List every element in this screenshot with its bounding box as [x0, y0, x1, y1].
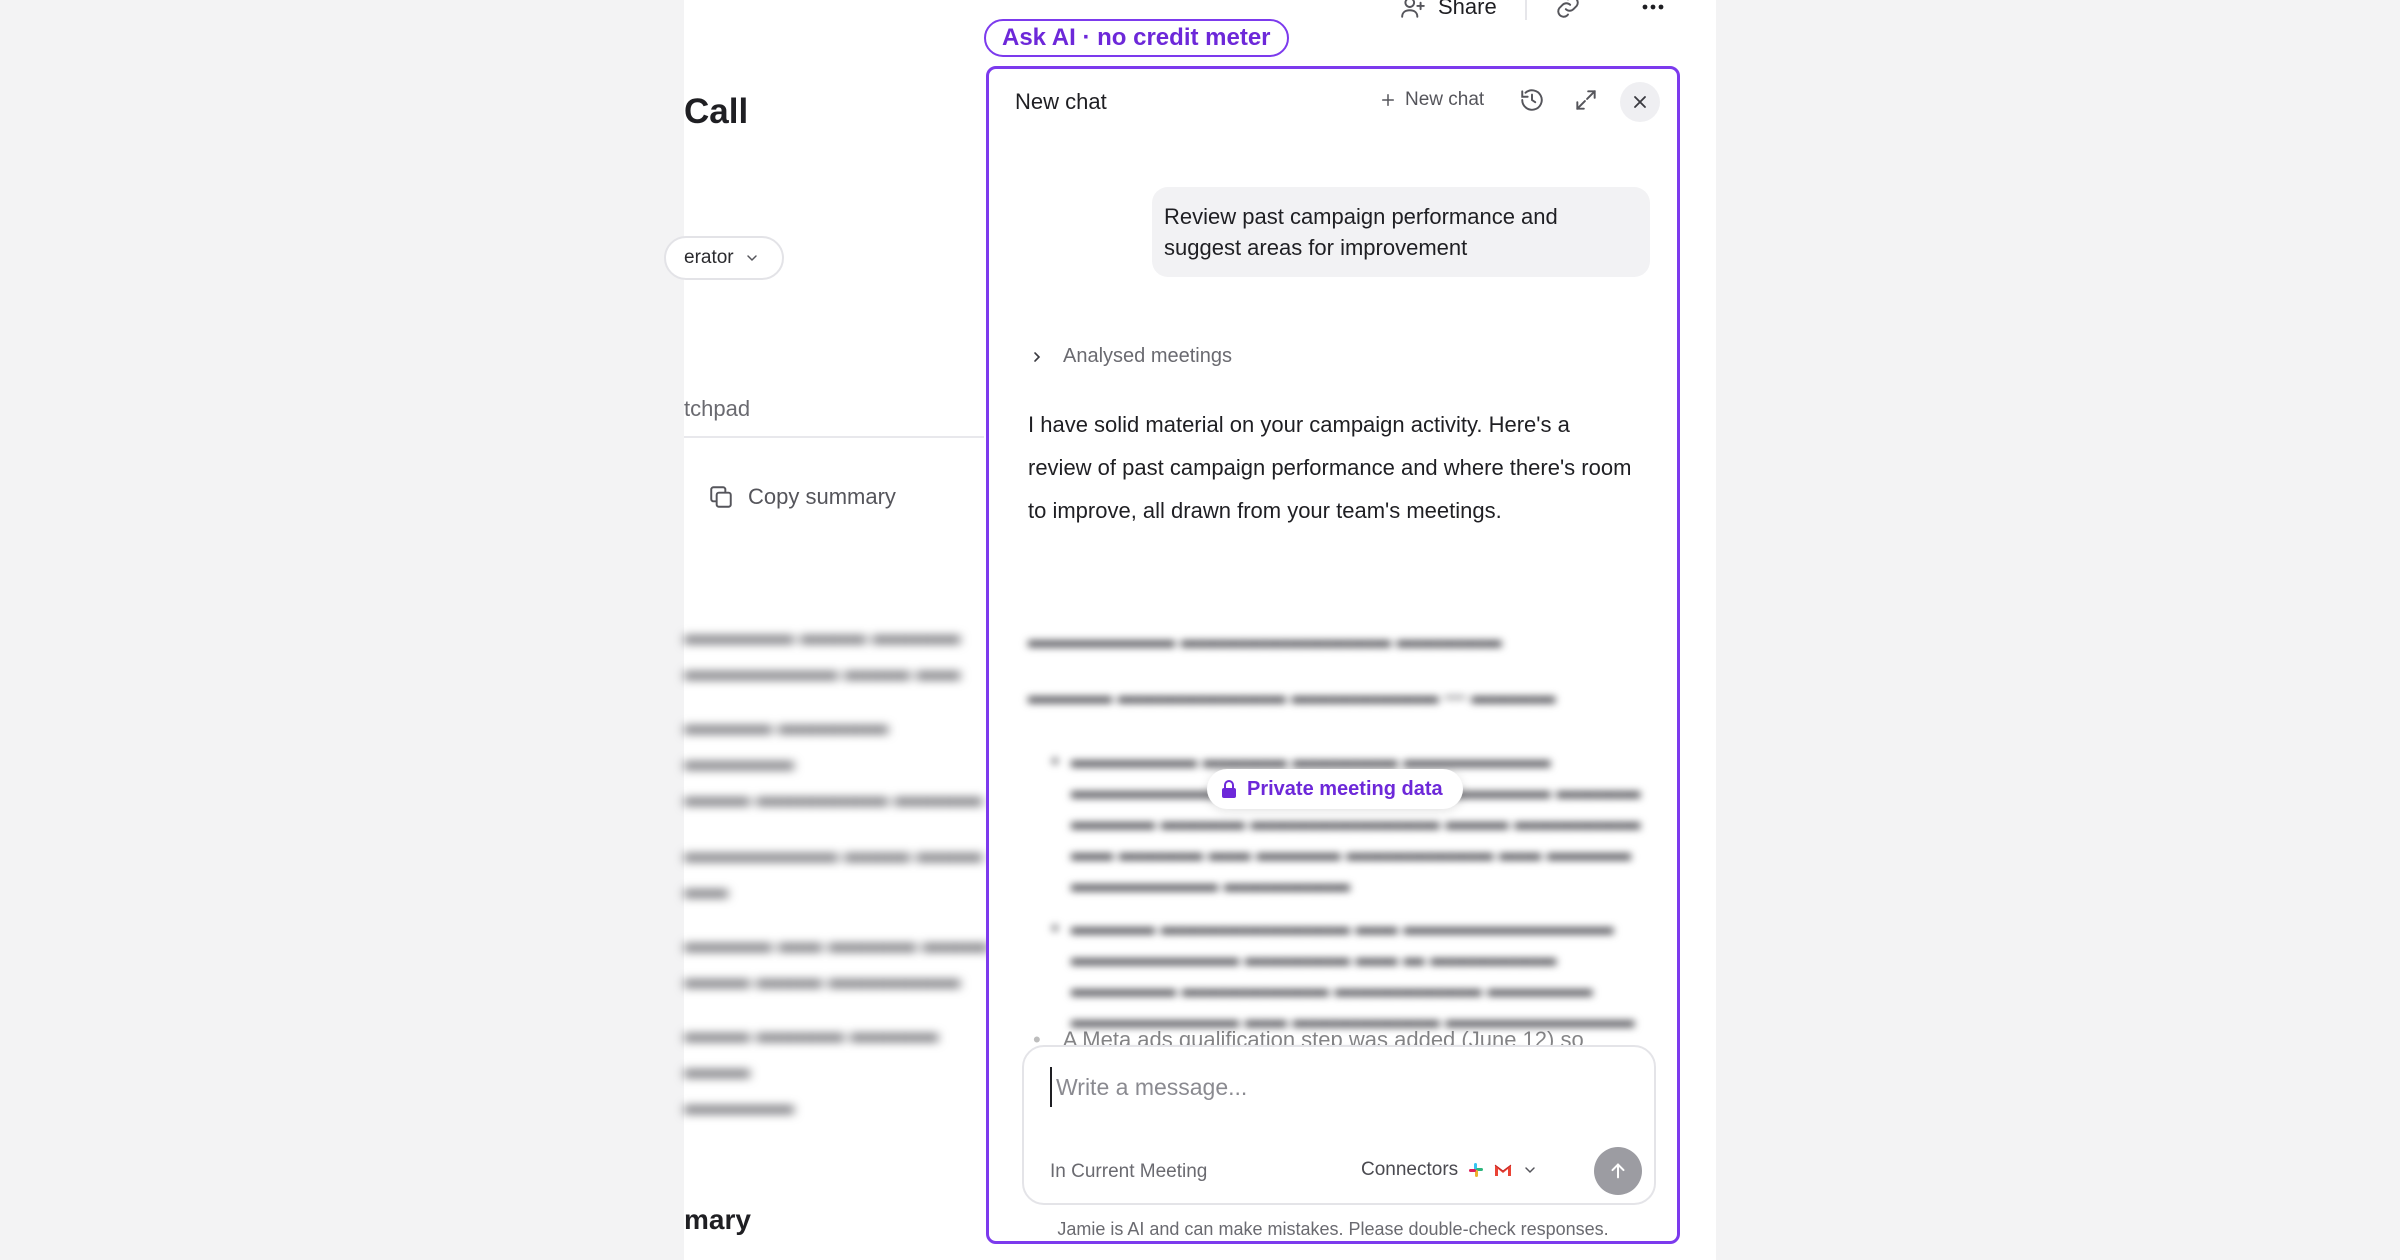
new-chat-label: New chat: [1405, 89, 1485, 110]
expand-icon: [1576, 90, 1596, 110]
history-button[interactable]: [1519, 87, 1545, 113]
user-plus-icon: [1401, 0, 1425, 18]
blurred-summary-text: ▬▬▬ ▬▬▬▬ ▬▬▬▬ ▬▬▬ ▬▬▬▬▬: [684, 1021, 939, 1118]
user-message: Review past campaign performance and sug…: [1152, 187, 1650, 277]
connectors-dropdown[interactable]: Connectors: [1361, 1159, 1538, 1181]
share-button[interactable]: Share: [1400, 0, 1497, 20]
chevron-down-icon: [1525, 1167, 1535, 1174]
ai-response: I have solid material on your campaign a…: [1028, 412, 1632, 523]
tab-divider: [684, 436, 984, 438]
panel-title: New chat: [1015, 89, 1107, 114]
template-dropdown[interactable]: erator: [664, 236, 784, 280]
summary-heading: mary: [684, 1204, 751, 1235]
scope-selector[interactable]: In Current Meeting: [1050, 1161, 1207, 1183]
analysed-meetings-toggle[interactable]: Analysed meetings: [1029, 345, 1232, 368]
blurred-summary-text: ▬▬▬▬ ▬▬▬▬▬ ▬▬▬▬▬ ▬▬▬ ▬▬▬▬▬▬ ▬▬▬▬: [684, 713, 983, 810]
more-horizontal-icon: [1642, 4, 1664, 10]
template-dropdown-label: erator: [684, 247, 734, 268]
blurred-summary-text: ▬▬▬▬▬ ▬▬▬ ▬▬▬▬ ▬▬▬▬▬▬▬ ▬▬▬ ▬▬: [684, 623, 961, 684]
copy-summary-label: Copy summary: [748, 484, 896, 509]
share-label: Share: [1438, 0, 1497, 19]
private-data-label: Private meeting data: [1247, 777, 1443, 800]
gmail-icon: [1494, 1164, 1512, 1176]
blurred-summary-text: ▬▬▬▬ ▬▬ ▬▬▬▬ ▬▬▬ ▬▬▬ ▬▬▬ ▬▬▬▬▬▬: [684, 931, 989, 992]
send-button[interactable]: [1594, 1147, 1642, 1195]
copy-icon: [710, 486, 732, 508]
copy-link-button[interactable]: [1555, 0, 1581, 20]
close-icon: [1634, 96, 1646, 108]
ask-ai-badge: Ask AI · no credit meter: [984, 19, 1289, 57]
lock-icon: [1222, 780, 1236, 798]
more-options-button[interactable]: [1641, 3, 1665, 11]
arrow-up-icon: [1611, 1163, 1625, 1179]
expand-button[interactable]: [1573, 87, 1599, 113]
new-chat-button[interactable]: New chat: [1379, 89, 1484, 111]
message-composer: In Current Meeting Connectors: [1022, 1045, 1656, 1205]
chevron-right-icon: [1034, 351, 1041, 362]
analysed-meetings-label: Analysed meetings: [1063, 345, 1232, 367]
chevron-down-icon: [746, 255, 757, 262]
ask-ai-panel: New chat New chat Review past campaign p…: [986, 66, 1680, 1244]
message-input[interactable]: [1050, 1067, 1630, 1107]
meeting-title: Call: [684, 92, 749, 131]
tab-scratchpad[interactable]: tchpad: [684, 396, 750, 422]
blurred-summary-text: ▬▬▬▬▬▬▬ ▬▬▬ ▬▬▬ ▬▬: [684, 841, 983, 902]
history-icon: [1521, 89, 1543, 111]
close-button[interactable]: [1620, 82, 1660, 122]
slack-icon: [1469, 1163, 1484, 1177]
ai-disclaimer: Jamie is AI and can make mistakes. Pleas…: [1057, 1219, 1609, 1239]
top-actions: Share: [1400, 0, 1665, 22]
top-divider: [1524, 0, 1527, 20]
private-data-pill: Private meeting data: [1207, 769, 1463, 809]
blurred-heading: ▬▬▬▬▬▬▬ ▬▬▬▬▬▬▬▬▬▬ ▬▬▬▬▬: [1028, 629, 1502, 652]
connectors-label: Connectors: [1361, 1159, 1459, 1180]
blurred-subheading: ▬▬▬▬ ▬▬▬▬▬▬▬▬ ▬▬▬▬▬▬▬ — ▬▬▬▬: [1028, 685, 1556, 708]
link-icon: [1557, 0, 1579, 18]
plus-icon: [1382, 94, 1394, 106]
copy-summary-button[interactable]: Copy summary: [708, 484, 896, 510]
